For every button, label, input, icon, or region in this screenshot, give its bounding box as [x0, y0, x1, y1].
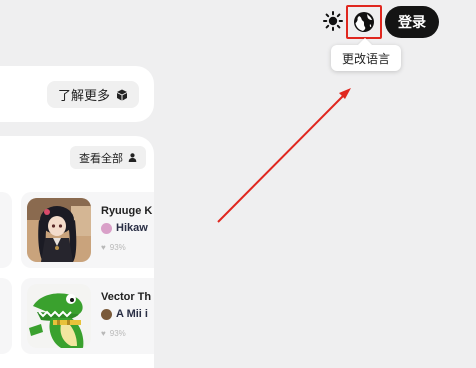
view-all-label: 查看全部 — [79, 151, 123, 165]
green-crocodile-thumbnail — [27, 284, 91, 348]
anime-girl-thumbnail — [27, 198, 91, 262]
learn-more-button[interactable]: 了解更多 — [47, 81, 139, 108]
content-panel: 查看全部 Ryuuge K Hikaw ♥ 93% Vector Th A Mi… — [0, 136, 154, 368]
promo-panel: 了解更多 — [0, 66, 154, 122]
author-name: Hikaw — [116, 222, 148, 234]
card-title: Vector Th — [101, 291, 152, 303]
card-title: Ryuuge K — [101, 205, 153, 217]
heart-icon: ♥ — [101, 243, 106, 252]
cube-icon — [117, 89, 127, 100]
learn-more-label: 了解更多 — [57, 89, 110, 104]
heart-icon: ♥ — [101, 329, 106, 338]
author-avatar — [101, 308, 112, 320]
theme-toggle-button[interactable] — [322, 10, 344, 32]
card-stub[interactable] — [0, 192, 12, 268]
card-rating: ♥ 93% — [101, 243, 126, 252]
globe-icon — [354, 12, 374, 32]
author-avatar — [101, 222, 112, 234]
view-all-button[interactable]: 查看全部 — [70, 146, 146, 169]
card-author: Hikaw — [101, 222, 148, 234]
author-name: A Mii i — [116, 308, 148, 320]
card-rating: ♥ 93% — [101, 329, 126, 338]
language-button[interactable] — [346, 5, 382, 39]
card-stub[interactable] — [0, 278, 12, 354]
language-tooltip: 更改语言 — [331, 45, 401, 71]
login-button[interactable]: 登录 — [385, 6, 439, 38]
user-icon — [128, 153, 137, 162]
rating-value: 93% — [109, 243, 126, 252]
list-item[interactable]: Ryuuge K Hikaw ♥ 93% — [21, 192, 154, 268]
sun-icon — [323, 11, 343, 31]
card-author: A Mii i — [101, 308, 148, 320]
rating-value: 93% — [109, 329, 126, 338]
list-item[interactable]: Vector Th A Mii i ♥ 93% — [21, 278, 154, 354]
